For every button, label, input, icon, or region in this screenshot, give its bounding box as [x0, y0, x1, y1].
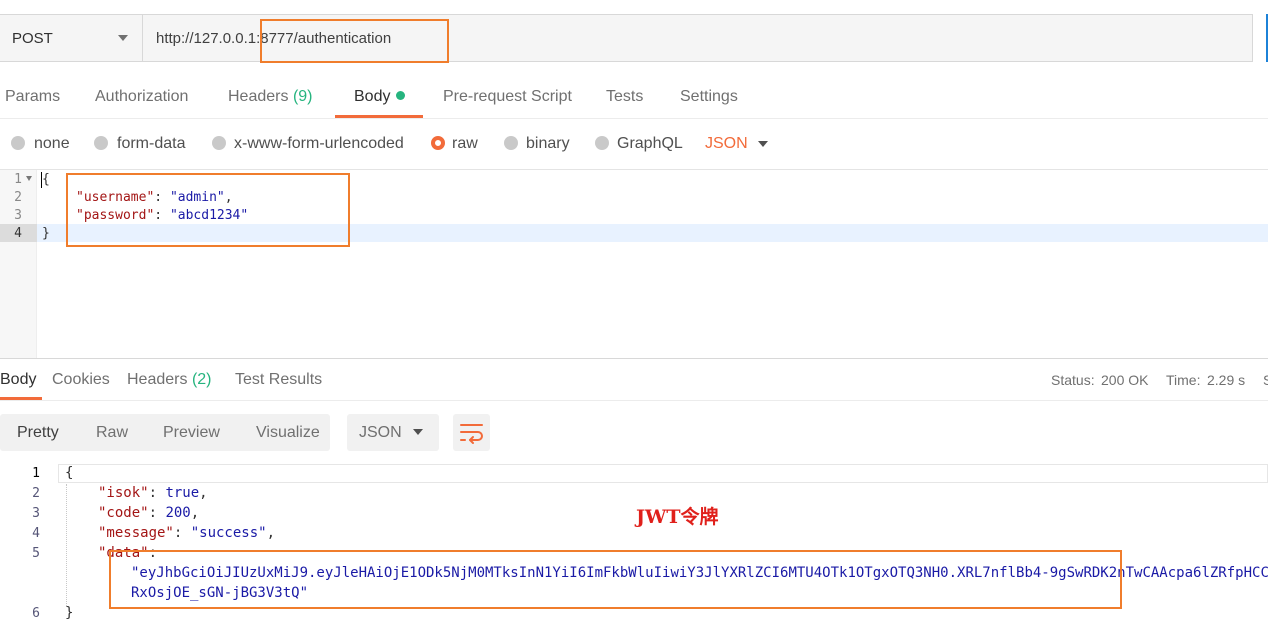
line-number: 6 — [32, 606, 40, 621]
view-raw-button[interactable]: Raw — [96, 424, 128, 442]
response-tab-headers[interactable]: Headers (2) — [127, 371, 212, 389]
radio-none[interactable] — [11, 136, 25, 150]
chevron-down-icon[interactable] — [413, 429, 423, 435]
response-format-label[interactable]: JSON — [359, 424, 402, 442]
radio-raw[interactable] — [431, 136, 445, 150]
time-label: Time: — [1166, 372, 1201, 388]
view-visualize-button[interactable]: Visualize — [256, 424, 320, 442]
status-dot-icon — [396, 91, 406, 100]
response-tab-test-results[interactable]: Test Results — [235, 371, 322, 389]
code-line[interactable]: "message": "success", — [98, 525, 275, 541]
view-pretty-button[interactable]: Pretty — [17, 424, 59, 442]
line-number: 3 — [14, 208, 22, 223]
radio-binary-label[interactable]: binary — [526, 135, 570, 153]
tab-body[interactable]: Body — [354, 88, 406, 106]
wrap-lines-icon — [460, 424, 483, 444]
active-line-highlight — [58, 464, 1268, 483]
json-key: "message" — [98, 525, 174, 541]
code-line[interactable]: { — [42, 172, 50, 187]
radio-binary[interactable] — [504, 136, 518, 150]
highlight-box-request-body — [66, 173, 350, 247]
json-value: 200 — [165, 505, 191, 521]
highlight-box-url — [260, 19, 449, 63]
divider — [0, 400, 1268, 401]
tab-settings[interactable]: Settings — [680, 88, 738, 106]
method-select[interactable]: POST — [12, 30, 53, 47]
chevron-down-icon[interactable] — [758, 141, 768, 147]
tab-prerequest-script[interactable]: Pre-request Script — [443, 88, 572, 106]
response-tab-headers-label: Headers — [127, 371, 188, 388]
divider — [0, 118, 1268, 119]
text-cursor — [41, 172, 42, 188]
jwt-annotation-label: JWT令牌 — [636, 506, 719, 528]
radio-graphql-label[interactable]: GraphQL — [617, 135, 683, 153]
radio-form-data[interactable] — [94, 136, 108, 150]
json-key: "code" — [98, 505, 149, 521]
code-line[interactable]: "isok": true, — [98, 485, 208, 501]
fold-arrow-icon[interactable] — [26, 176, 32, 181]
line-number: 2 — [14, 190, 22, 205]
radio-raw-label[interactable]: raw — [452, 135, 478, 153]
indent-guide — [66, 484, 68, 606]
divider — [142, 15, 143, 61]
line-number: 4 — [14, 226, 22, 241]
code-line[interactable]: "code": 200, — [98, 505, 199, 521]
radio-graphql[interactable] — [595, 136, 609, 150]
tab-tests[interactable]: Tests — [606, 88, 643, 106]
radio-form-data-label[interactable]: form-data — [117, 135, 185, 153]
size-label: S — [1263, 372, 1268, 388]
code-line[interactable]: { — [65, 465, 73, 481]
tab-body-label: Body — [354, 88, 391, 105]
line-number: 4 — [32, 526, 40, 541]
pane-resize-handle[interactable] — [0, 358, 1268, 359]
json-value: true — [165, 485, 200, 501]
tab-headers-label: Headers — [228, 88, 289, 105]
status-value[interactable]: 200 OK — [1101, 372, 1148, 388]
response-tab-body[interactable]: Body — [0, 371, 36, 389]
code-line[interactable]: } — [65, 605, 73, 621]
line-number: 1 — [32, 466, 40, 481]
time-value[interactable]: 2.29 s — [1207, 372, 1245, 388]
line-number: 3 — [32, 506, 40, 521]
line-number: 5 — [32, 546, 40, 561]
radio-urlencoded[interactable] — [212, 136, 226, 150]
tab-authorization[interactable]: Authorization — [95, 88, 188, 106]
code-line[interactable]: } — [42, 226, 50, 241]
divider — [0, 169, 1268, 170]
radio-urlencoded-label[interactable]: x-www-form-urlencoded — [234, 135, 404, 153]
tab-params[interactable]: Params — [5, 88, 60, 106]
headers-count: (2) — [191, 371, 212, 388]
headers-count: (9) — [292, 88, 313, 105]
highlight-box-token — [109, 550, 1122, 609]
view-preview-button[interactable]: Preview — [163, 424, 220, 442]
body-format-select[interactable]: JSON — [705, 135, 748, 153]
json-value: "success" — [190, 525, 267, 541]
response-tab-cookies[interactable]: Cookies — [52, 371, 110, 389]
chevron-down-icon[interactable] — [118, 35, 128, 41]
radio-none-label[interactable]: none — [34, 135, 70, 153]
json-key: "isok" — [98, 485, 149, 501]
line-number: 2 — [32, 486, 40, 501]
status-label: Status: — [1051, 372, 1095, 388]
tab-headers[interactable]: Headers (9) — [228, 88, 313, 106]
line-number: 1 — [14, 172, 22, 187]
wrap-lines-button[interactable] — [453, 414, 490, 451]
